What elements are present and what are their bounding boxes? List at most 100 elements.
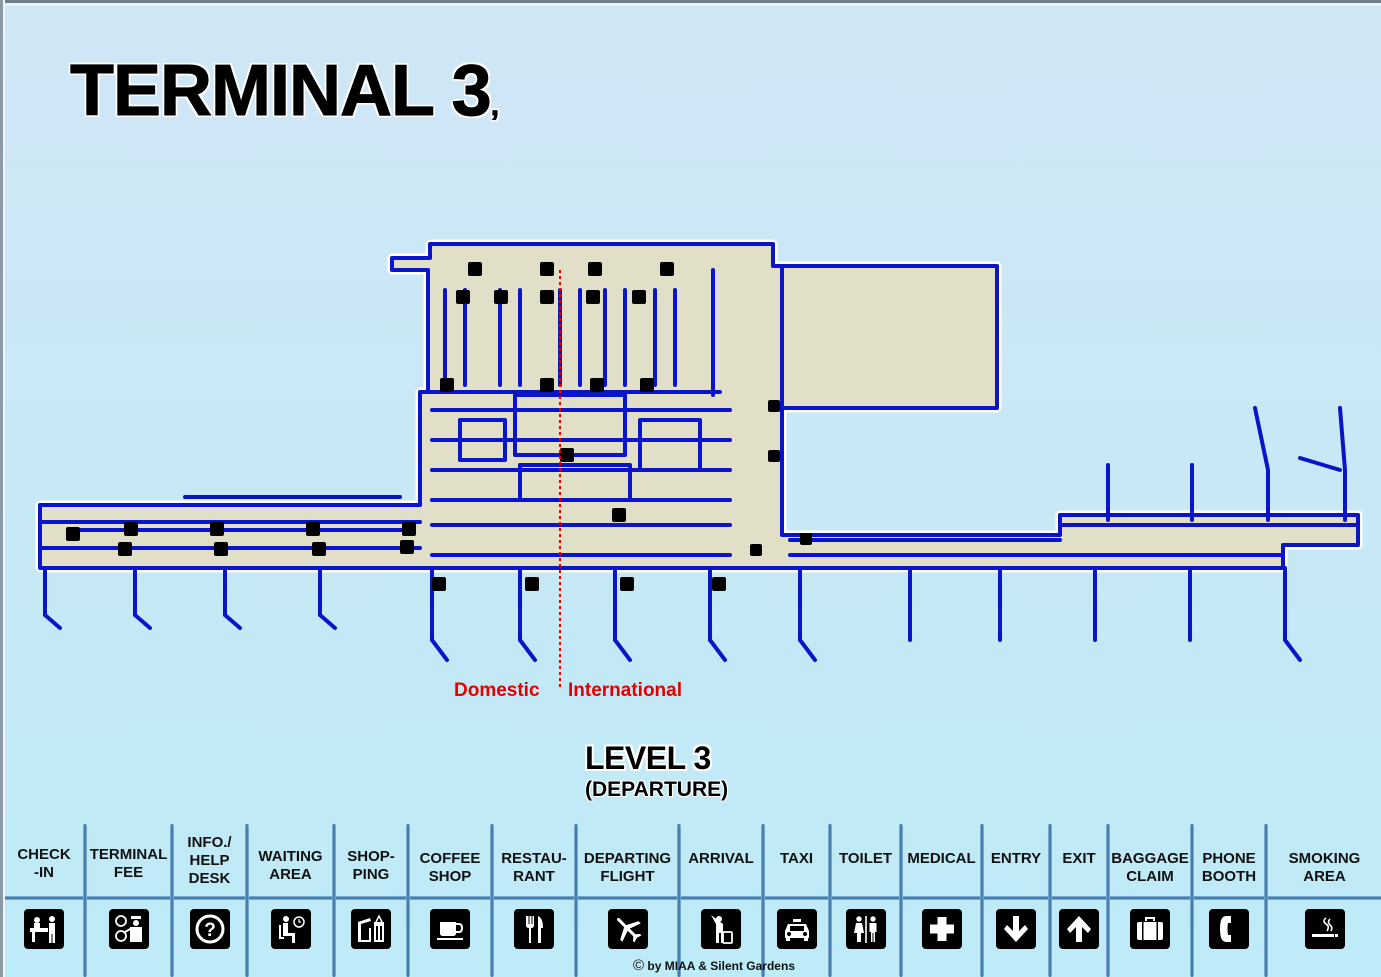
legend-label: BAGGAGE CLAIM	[1111, 850, 1189, 885]
remote-piers-east	[1106, 406, 1347, 522]
legend-label: INFO./ HELP DESK	[187, 834, 232, 887]
restaurant-icon	[514, 909, 554, 949]
waiting-area-icon	[270, 909, 311, 949]
baggage-claim-icon	[1130, 909, 1170, 949]
map-symbol	[620, 577, 634, 591]
legend-item-check-in: CHECK -IN	[5, 820, 83, 977]
floor-plan-fill	[40, 244, 1358, 568]
toilet-icon	[845, 909, 886, 949]
map-symbol	[640, 378, 654, 392]
copyright-symbol: ©	[633, 957, 645, 974]
copyright-text: by MIAA & Silent Gardens	[647, 959, 795, 973]
legend-label: TOILET	[838, 850, 893, 867]
map-symbol	[312, 542, 326, 556]
legend-item-baggage-claim: BAGGAGE CLAIM	[1110, 820, 1190, 977]
copyright: © by MIAA & Silent Gardens	[633, 957, 795, 974]
map-symbol	[612, 508, 626, 522]
main-building-floor	[40, 244, 1358, 568]
legend-item-terminal-fee: TERMINAL FEE	[87, 820, 170, 977]
legend-label: WAITING AREA	[258, 848, 323, 883]
map-symbol	[768, 450, 780, 462]
legend-item-exit: EXIT	[1052, 820, 1106, 977]
map-symbol	[540, 262, 554, 276]
legend-item-info-help-desk: INFO./ HELP DESK ?	[174, 820, 245, 977]
gates-west	[43, 566, 322, 617]
legend-item-waiting-area: WAITING AREA	[249, 820, 332, 977]
legend-label: DEPARTING FLIGHT	[583, 850, 672, 885]
map-symbol	[800, 533, 812, 545]
legend-label: PHONE BOOTH	[1201, 850, 1257, 885]
floor-plan	[35, 239, 1363, 690]
legend-label: TAXI	[779, 850, 814, 867]
map-symbol	[66, 527, 80, 541]
legend-label: COFFEE SHOP	[419, 850, 481, 885]
legend-label: SMOKING AREA	[1288, 850, 1361, 885]
legend-label: ARRIVAL	[688, 850, 754, 867]
departing-flight-icon	[607, 909, 648, 949]
window-frame-top-highlight	[0, 3, 1381, 6]
map-title-text: TERMINAL 3	[70, 51, 493, 132]
terminal-fee-icon	[108, 909, 149, 949]
map-symbol	[540, 290, 554, 304]
legend-item-shopping: SHOP- PING	[336, 820, 406, 977]
map-symbol	[768, 400, 780, 412]
map-symbol	[468, 262, 482, 276]
shopping-icon	[351, 909, 391, 949]
map-symbol	[525, 577, 539, 591]
map-symbol	[124, 522, 138, 536]
map-title: TERMINAL 3,	[70, 50, 500, 132]
legend-label: MEDICAL	[907, 850, 976, 867]
legend-item-medical: MEDICAL	[903, 820, 980, 977]
legend-item-departing-flight: DEPARTING FLIGHT	[578, 820, 677, 977]
map-symbol	[400, 540, 414, 554]
international-label: International	[568, 680, 683, 701]
entry-icon	[996, 909, 1036, 949]
smoking-area-icon	[1304, 909, 1345, 949]
map-symbol	[588, 262, 602, 276]
legend-label: TERMINAL FEE	[89, 846, 168, 881]
gate-bridge	[430, 638, 1302, 662]
map-symbol	[402, 522, 416, 536]
legend-label: CHECK -IN	[17, 846, 71, 881]
legend-label: ENTRY	[990, 850, 1042, 867]
map-symbol	[432, 577, 446, 591]
map-symbol	[306, 522, 320, 536]
legend-item-phone-booth: PHONE BOOTH	[1194, 820, 1264, 977]
legend-item-smoking-area: SMOKING AREA	[1268, 820, 1381, 977]
map-symbol	[586, 290, 600, 304]
map-symbol	[750, 544, 762, 556]
map-symbol	[440, 378, 454, 392]
legend-item-coffee-shop: COFFEE SHOP	[410, 820, 490, 977]
info-help-desk-icon: ?	[189, 909, 230, 949]
coffee-shop-icon	[430, 909, 470, 949]
legend-label: SHOP- PING	[347, 848, 395, 883]
map-symbol	[632, 290, 646, 304]
legend-label: EXIT	[1062, 850, 1096, 867]
check-in-icon	[24, 909, 64, 949]
gate-bridge	[43, 613, 337, 630]
domestic-label: Domestic	[454, 680, 540, 701]
taxi-icon	[776, 909, 817, 949]
exit-icon	[1059, 909, 1099, 949]
map-symbol	[456, 290, 470, 304]
phone-booth-icon	[1209, 909, 1249, 949]
level-subtitle: (DEPARTURE)	[585, 778, 729, 801]
map-symbol	[214, 542, 228, 556]
legend-item-taxi: TAXI	[765, 820, 828, 977]
map-symbol	[712, 577, 726, 591]
legend-item-toilet: TOILET	[832, 820, 899, 977]
map-symbol	[560, 448, 574, 462]
legend: CHECK -IN TERMINAL FEE INFO./ HELP DESK …	[0, 820, 1381, 977]
map-symbol	[540, 378, 554, 392]
arrival-icon	[701, 909, 741, 949]
map-symbol	[118, 542, 132, 556]
legend-label: RESTAU- RANT	[501, 850, 567, 885]
map-symbol	[494, 290, 508, 304]
gates-east	[798, 566, 1287, 642]
map-symbol	[590, 378, 604, 392]
legend-item-entry: ENTRY	[984, 820, 1048, 977]
legend-item-restaurant: RESTAU- RANT	[494, 820, 574, 977]
medical-icon	[921, 909, 962, 949]
svg-text:?: ?	[204, 920, 216, 941]
map-symbol	[660, 262, 674, 276]
